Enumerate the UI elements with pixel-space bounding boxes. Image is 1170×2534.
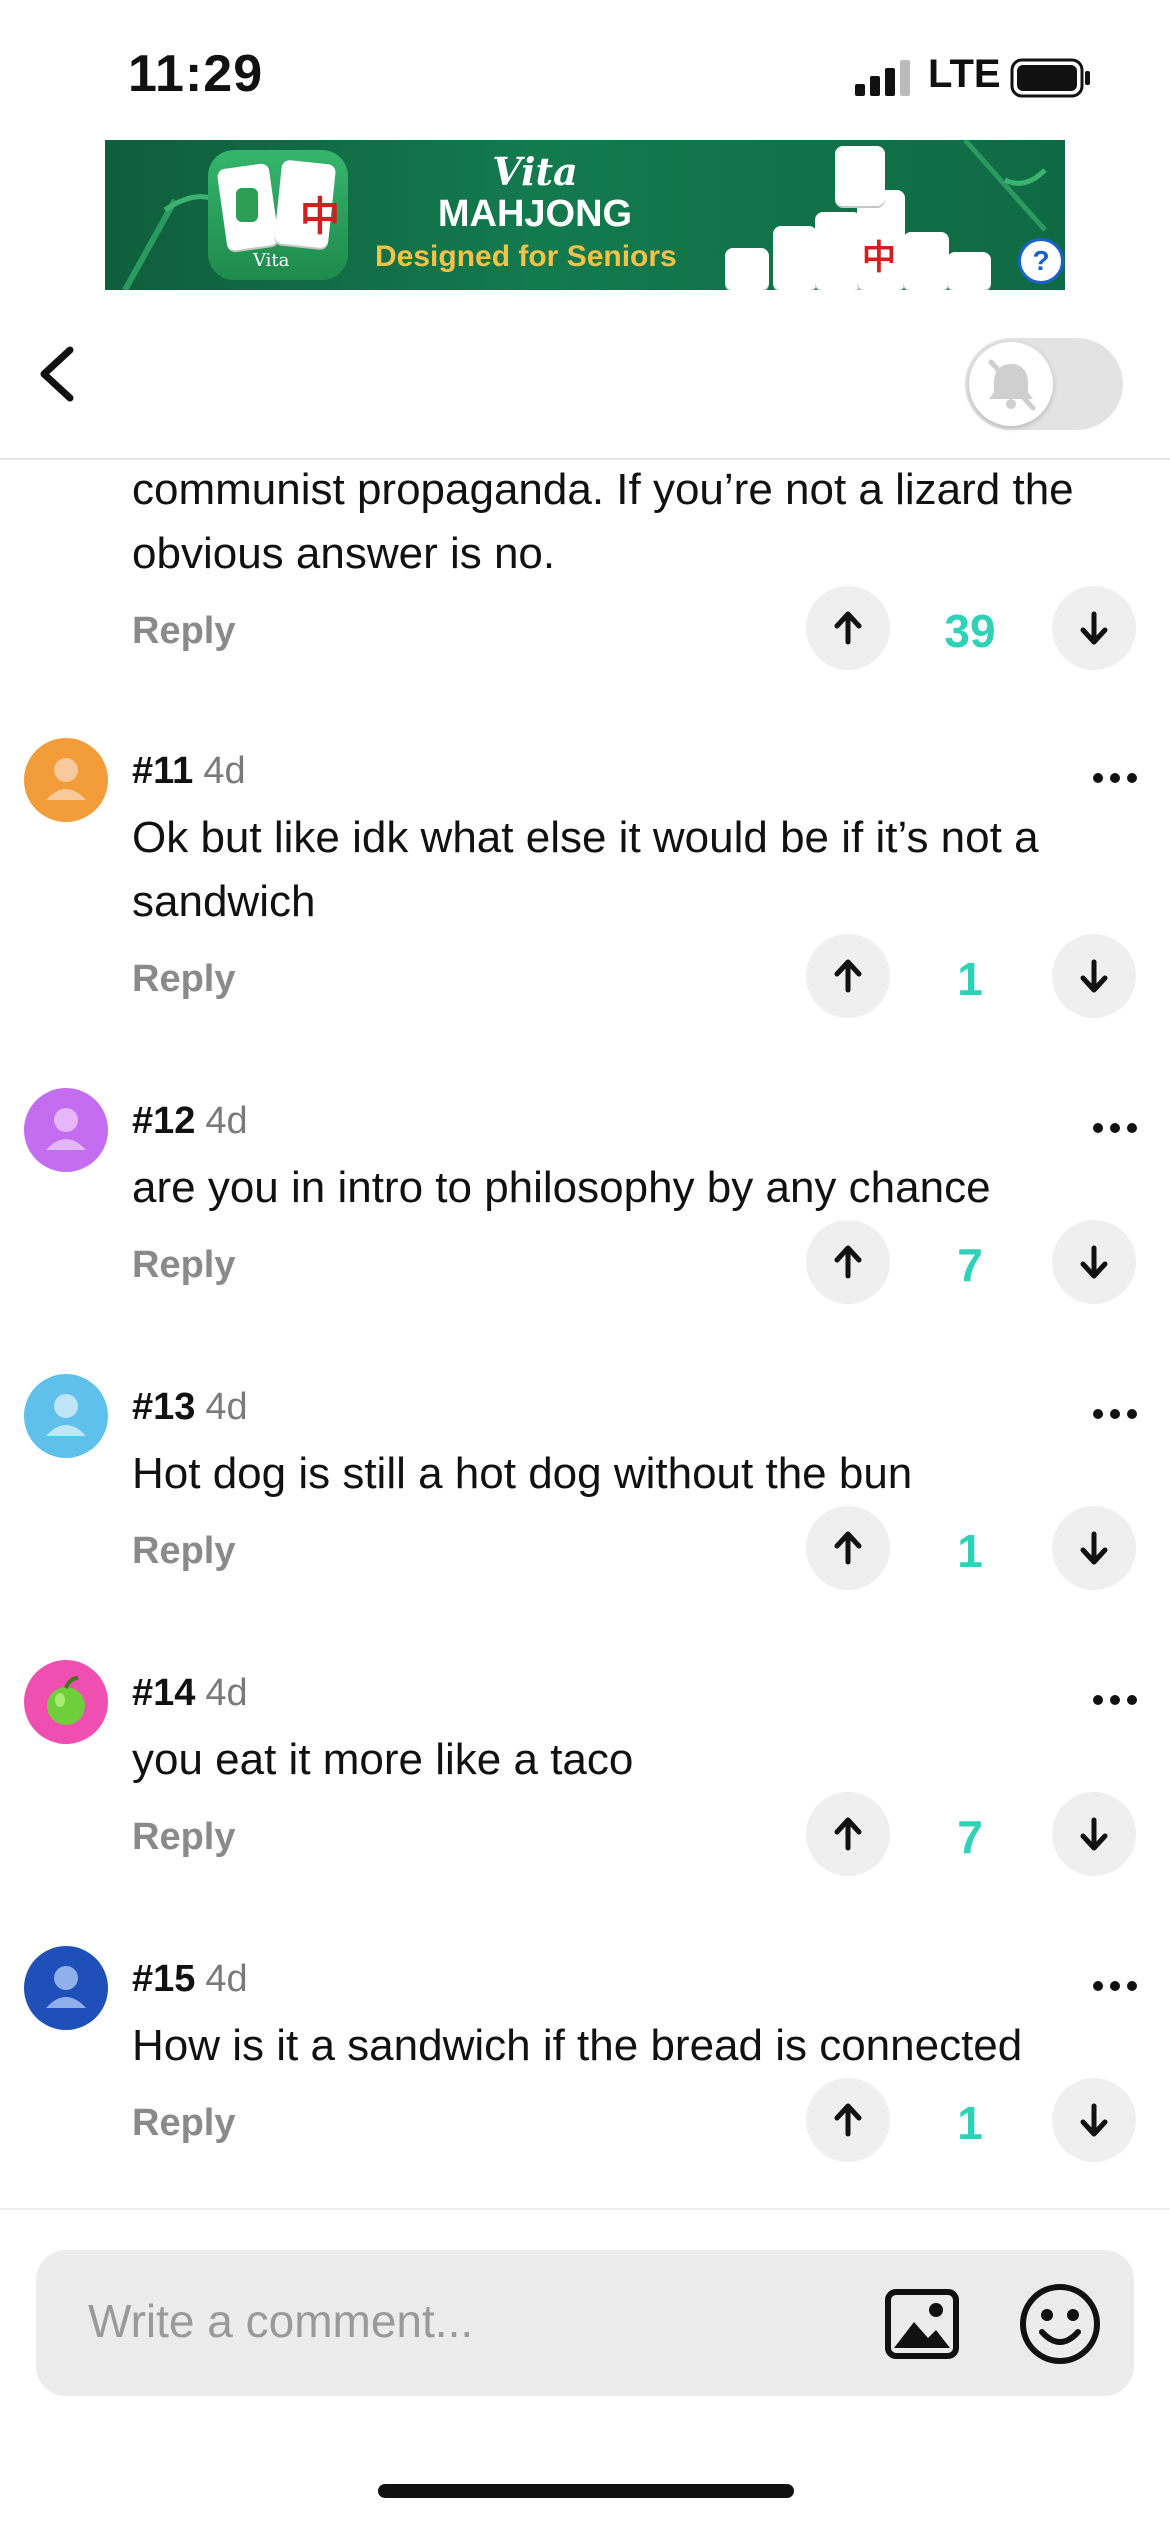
- comment-number: #13: [132, 1386, 196, 1428]
- comment-number: #12: [132, 1100, 196, 1142]
- comment-text: How is it a sandwich if the bread is con…: [132, 2021, 1023, 2070]
- ad-icon-label: Vita: [253, 250, 290, 271]
- avatar[interactable]: [24, 738, 108, 822]
- comment-text: are you in intro to philosophy by any ch…: [132, 1163, 991, 1212]
- comment-text: Ok but like idk what else it would be if…: [132, 813, 1039, 926]
- vote-score: 1: [957, 953, 983, 1005]
- more-options-icon[interactable]: [1090, 768, 1140, 788]
- comment-text: communist propaganda. If you’re not a li…: [132, 465, 1074, 578]
- comment-input-placeholder: Write a comment...: [88, 2295, 474, 2347]
- upvote-button[interactable]: [806, 1792, 890, 1876]
- emoji-icon[interactable]: [1016, 2280, 1104, 2368]
- arrow-up-icon: [834, 2103, 862, 2137]
- comment-age: 4d: [205, 1386, 248, 1428]
- downvote-button[interactable]: [1052, 1220, 1136, 1304]
- comment-text: you eat it more like a taco: [132, 1735, 634, 1784]
- more-options-icon[interactable]: [1090, 1118, 1140, 1138]
- back-chevron-icon[interactable]: [30, 344, 90, 404]
- person-icon: [46, 1966, 86, 2008]
- green-apple-icon: [47, 1676, 85, 1725]
- avatar[interactable]: [24, 1660, 108, 1744]
- upvote-button[interactable]: [806, 934, 890, 1018]
- comment-number: #15: [132, 1958, 196, 2000]
- photo-icon[interactable]: [882, 2284, 962, 2364]
- avatar[interactable]: [24, 1374, 108, 1458]
- ad-brand: Vita: [492, 149, 578, 194]
- more-options-icon[interactable]: [1090, 1690, 1140, 1710]
- vote-score: 39: [944, 605, 996, 657]
- reply-button[interactable]: Reply: [132, 958, 235, 1001]
- comment-header: #11 4d: [132, 750, 246, 793]
- upvote-button[interactable]: [806, 2078, 890, 2162]
- bell-slash-icon: [988, 359, 1036, 411]
- arrow-down-icon: [1080, 1531, 1108, 1565]
- toggle-knob: [969, 342, 1053, 426]
- comment-age: 4d: [205, 1958, 248, 2000]
- comment-age: 4d: [205, 1672, 248, 1714]
- ad-banner[interactable]: 中 Vita Vita MAHJONG Designed for Seniors…: [105, 140, 1065, 290]
- battery-icon: [1010, 58, 1090, 98]
- arrow-up-icon: [834, 1245, 862, 1279]
- comment-header: #13 4d: [132, 1386, 248, 1429]
- comment-number: #14: [132, 1672, 196, 1714]
- ad-info-button[interactable]: ?: [1018, 238, 1064, 284]
- arrow-up-icon: [834, 959, 862, 993]
- avatar[interactable]: [24, 1088, 108, 1172]
- downvote-button[interactable]: [1052, 934, 1136, 1018]
- person-icon: [46, 1394, 86, 1436]
- arrow-down-icon: [1080, 2103, 1108, 2137]
- arrow-down-icon: [1080, 1817, 1108, 1851]
- more-options-icon[interactable]: [1090, 1404, 1140, 1424]
- arrow-down-icon: [1080, 611, 1108, 645]
- comment-header: #14 4d: [132, 1672, 248, 1715]
- reply-button[interactable]: Reply: [132, 1530, 235, 1573]
- upvote-button[interactable]: [806, 1506, 890, 1590]
- status-time: 11:29: [128, 45, 264, 103]
- comment-input[interactable]: Write a comment...: [36, 2250, 1134, 2396]
- reply-button[interactable]: Reply: [132, 1816, 235, 1859]
- cellular-signal-icon: [855, 60, 910, 96]
- home-indicator: [378, 2484, 794, 2498]
- person-icon: [46, 758, 86, 800]
- network-type: LTE: [928, 52, 1001, 96]
- more-options-icon[interactable]: [1090, 1976, 1140, 1996]
- downvote-button[interactable]: [1052, 2078, 1136, 2162]
- vote-score: 1: [957, 2097, 983, 2149]
- person-icon: [46, 1108, 86, 1150]
- comment-number: #11: [132, 750, 194, 792]
- arrow-up-icon: [834, 1531, 862, 1565]
- upvote-button[interactable]: [806, 586, 890, 670]
- arrow-up-icon: [834, 1817, 862, 1851]
- reply-button[interactable]: Reply: [132, 610, 235, 653]
- reply-button[interactable]: Reply: [132, 1244, 235, 1287]
- comment-text: Hot dog is still a hot dog without the b…: [132, 1449, 913, 1498]
- reply-button[interactable]: Reply: [132, 2102, 235, 2145]
- comments-list[interactable]: communist propaganda. If you’re not a li…: [0, 458, 1170, 2208]
- comment-header: #12 4d: [132, 1100, 248, 1143]
- arrow-up-icon: [834, 611, 862, 645]
- arrow-down-icon: [1080, 1245, 1108, 1279]
- comment-header: #15 4d: [132, 1958, 248, 2001]
- downvote-button[interactable]: [1052, 1506, 1136, 1590]
- status-bar: 11:29 LTE: [0, 0, 1170, 140]
- upvote-button[interactable]: [806, 1220, 890, 1304]
- comment-age: 4d: [205, 1100, 248, 1142]
- downvote-button[interactable]: [1052, 1792, 1136, 1876]
- comment-age: 4d: [203, 750, 246, 792]
- downvote-button[interactable]: [1052, 586, 1136, 670]
- avatar[interactable]: [24, 1946, 108, 2030]
- arrow-down-icon: [1080, 959, 1108, 993]
- notifications-toggle[interactable]: [965, 338, 1123, 430]
- vote-score: 1: [957, 1525, 983, 1577]
- thread-header: [0, 290, 1170, 460]
- vote-score: 7: [957, 1811, 983, 1863]
- vote-score: 7: [957, 1239, 983, 1291]
- ad-tagline: Designed for Seniors: [375, 240, 677, 273]
- ad-title: MAHJONG: [437, 193, 633, 235]
